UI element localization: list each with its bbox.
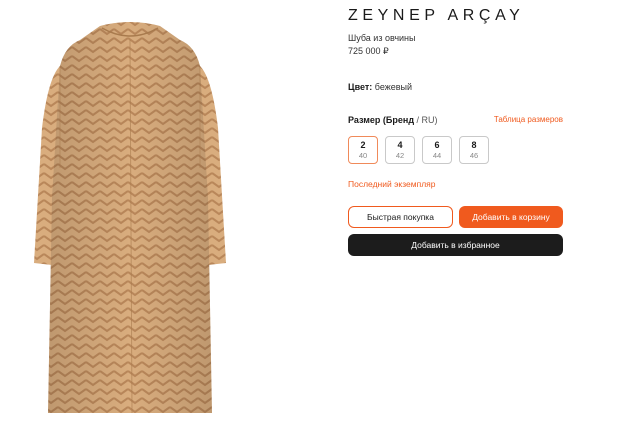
quick-buy-button[interactable]: Быстрая покупка (348, 206, 453, 228)
size-brand-value: 8 (471, 139, 477, 150)
brand-name[interactable]: ZEYNEP ARÇAY (348, 7, 524, 25)
product-image (34, 22, 226, 414)
size-option-8[interactable]: 8 46 (459, 136, 489, 164)
size-ru-value: 46 (469, 150, 479, 160)
size-option-2[interactable]: 2 40 (348, 136, 378, 164)
size-option-6[interactable]: 6 44 (422, 136, 452, 164)
size-brand-value: 4 (397, 139, 403, 150)
stock-note: Последний экземпляр (348, 179, 436, 189)
size-chart-link[interactable]: Таблица размеров (494, 115, 563, 124)
size-ru-value: 44 (432, 150, 442, 160)
size-ru-value: 40 (358, 150, 368, 160)
size-label: Размер (Бренд (348, 115, 415, 125)
color-value: бежевый (374, 82, 413, 92)
product-price: 725 000 ₽ (348, 46, 389, 56)
size-ru-value: 42 (395, 150, 405, 160)
size-brand-value: 2 (360, 139, 366, 150)
size-selector: 2 40 4 42 6 44 8 46 (348, 136, 489, 164)
color-row: Цвет: бежевый (348, 82, 412, 92)
color-label: Цвет: (348, 82, 373, 92)
size-header: Размер (Бренд / RU) Таблица размеров (348, 115, 563, 125)
product-title: Шуба из овчины (348, 33, 416, 43)
add-to-cart-button[interactable]: Добавить в корзину (459, 206, 563, 228)
product-info-panel: ZEYNEP ARÇAY Шуба из овчины 725 000 ₽ Цв… (348, 0, 588, 429)
size-unit-label: / RU) (416, 115, 438, 125)
size-option-4[interactable]: 4 42 (385, 136, 415, 164)
add-to-favorites-button[interactable]: Добавить в избранное (348, 234, 563, 256)
size-brand-value: 6 (434, 139, 440, 150)
